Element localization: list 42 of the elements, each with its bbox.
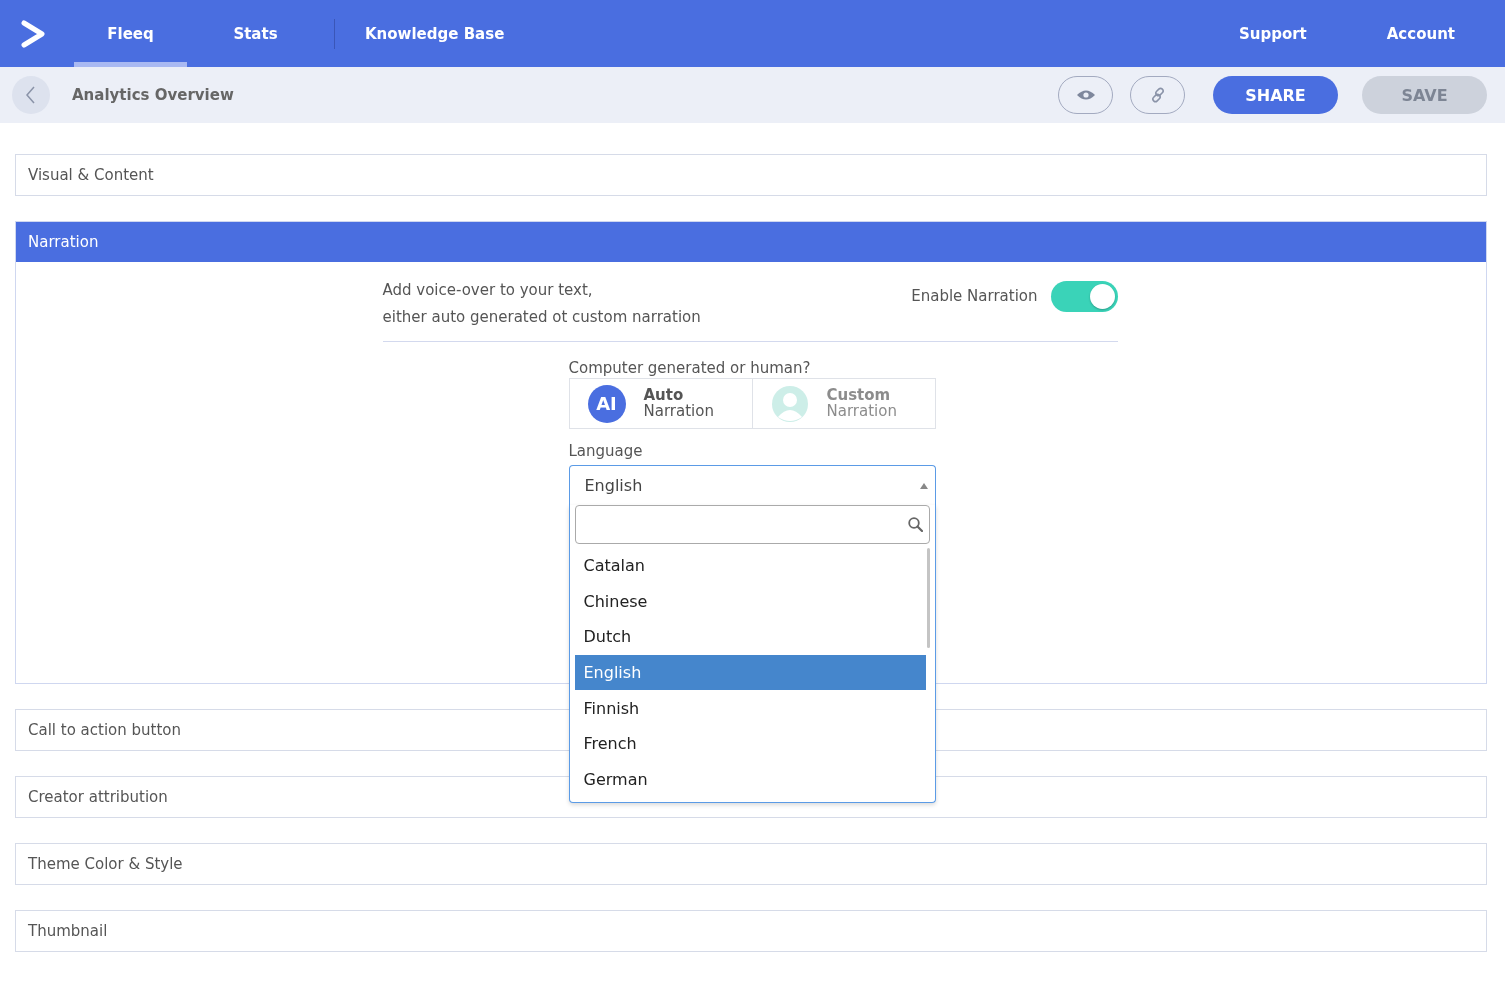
- language-option[interactable]: French: [574, 725, 926, 762]
- section-title[interactable]: Thumbnail: [28, 922, 108, 940]
- section-title[interactable]: Theme Color & Style: [28, 855, 183, 873]
- search-field[interactable]: [574, 505, 930, 544]
- description-text: either auto generated ot custom narration: [382, 307, 701, 328]
- section-title[interactable]: Narration: [28, 233, 99, 251]
- description-text: Add voice-over to your text,: [382, 280, 594, 301]
- narration-option[interactable]: AI Auto Narration: [569, 379, 752, 428]
- language-option[interactable]: Finnish: [574, 690, 926, 726]
- page-title: Analytics Overview: [72, 86, 234, 104]
- caret-up-icon: [919, 482, 928, 489]
- ai-avatar: AI: [587, 384, 626, 423]
- option-title: Auto: [643, 387, 685, 403]
- option-subtitle: Narration: [643, 403, 714, 420]
- person-avatar-icon: [770, 384, 809, 423]
- section-title[interactable]: Creator attribution: [28, 788, 168, 806]
- language-select[interactable]: English: [568, 465, 936, 505]
- language-option[interactable]: Chinese: [574, 583, 926, 620]
- search-icon: [907, 517, 923, 532]
- share-button[interactable]: SHARE: [1213, 76, 1338, 114]
- language-option[interactable]: English: [574, 654, 926, 691]
- section-title[interactable]: Call to action button: [28, 721, 181, 739]
- language-label: Language: [568, 441, 644, 461]
- nav-link[interactable]: Support: [1238, 24, 1307, 43]
- nav-tab[interactable]: Knowledge Base: [365, 0, 505, 67]
- eye-icon: [1075, 89, 1096, 101]
- language-option[interactable]: German: [574, 761, 926, 798]
- logo-icon[interactable]: [20, 19, 46, 48]
- language-option[interactable]: Dutch: [574, 619, 926, 655]
- scrollbar-thumb[interactable]: [926, 548, 930, 648]
- language-option[interactable]: Catalan: [574, 548, 926, 584]
- link-icon: [1149, 87, 1166, 103]
- option-subtitle: Narration: [826, 403, 897, 420]
- chevron-left-icon: [26, 86, 36, 104]
- narration-toggle[interactable]: [1050, 280, 1118, 312]
- option-title: Custom: [826, 387, 892, 403]
- toggle-label: Enable Narration: [911, 287, 1038, 305]
- nav-tab[interactable]: Stats: [199, 0, 312, 67]
- nav-link[interactable]: Account: [1386, 24, 1455, 43]
- question-label: Computer generated or human?: [568, 358, 812, 378]
- back-button[interactable]: [12, 76, 50, 114]
- section-title[interactable]: Visual & Content: [28, 166, 154, 184]
